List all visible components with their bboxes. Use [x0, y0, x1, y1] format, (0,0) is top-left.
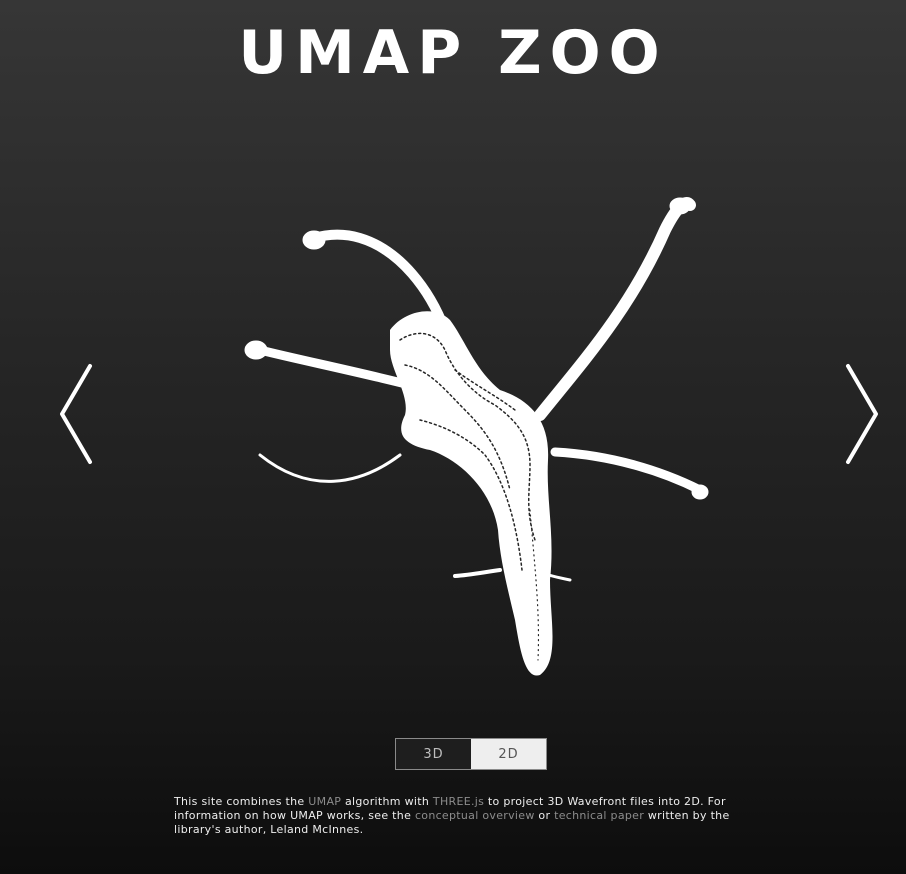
- previous-button[interactable]: [56, 362, 96, 466]
- about-text-part: This site combines the: [174, 795, 309, 808]
- umap-link[interactable]: UMAP: [308, 795, 341, 808]
- about-text: This site combines the UMAP algorithm wi…: [174, 795, 764, 837]
- umap-projection-canvas[interactable]: [230, 190, 720, 690]
- about-text-part: algorithm with: [341, 795, 433, 808]
- threejs-link[interactable]: THREE.js: [433, 795, 484, 808]
- toggle-3d-button[interactable]: 3D: [396, 739, 471, 769]
- chevron-right-icon: [846, 364, 878, 464]
- point-cloud: [244, 197, 709, 676]
- technical-paper-link[interactable]: technical paper: [554, 809, 644, 822]
- about-text-part: or: [534, 809, 555, 822]
- view-mode-toggle: 3D 2D: [395, 738, 547, 770]
- chevron-left-icon: [60, 364, 92, 464]
- page-title: UMAP ZOO: [238, 18, 668, 88]
- toggle-2d-button[interactable]: 2D: [471, 739, 546, 769]
- conceptual-overview-link[interactable]: conceptual overview: [415, 809, 535, 822]
- next-button[interactable]: [842, 362, 882, 466]
